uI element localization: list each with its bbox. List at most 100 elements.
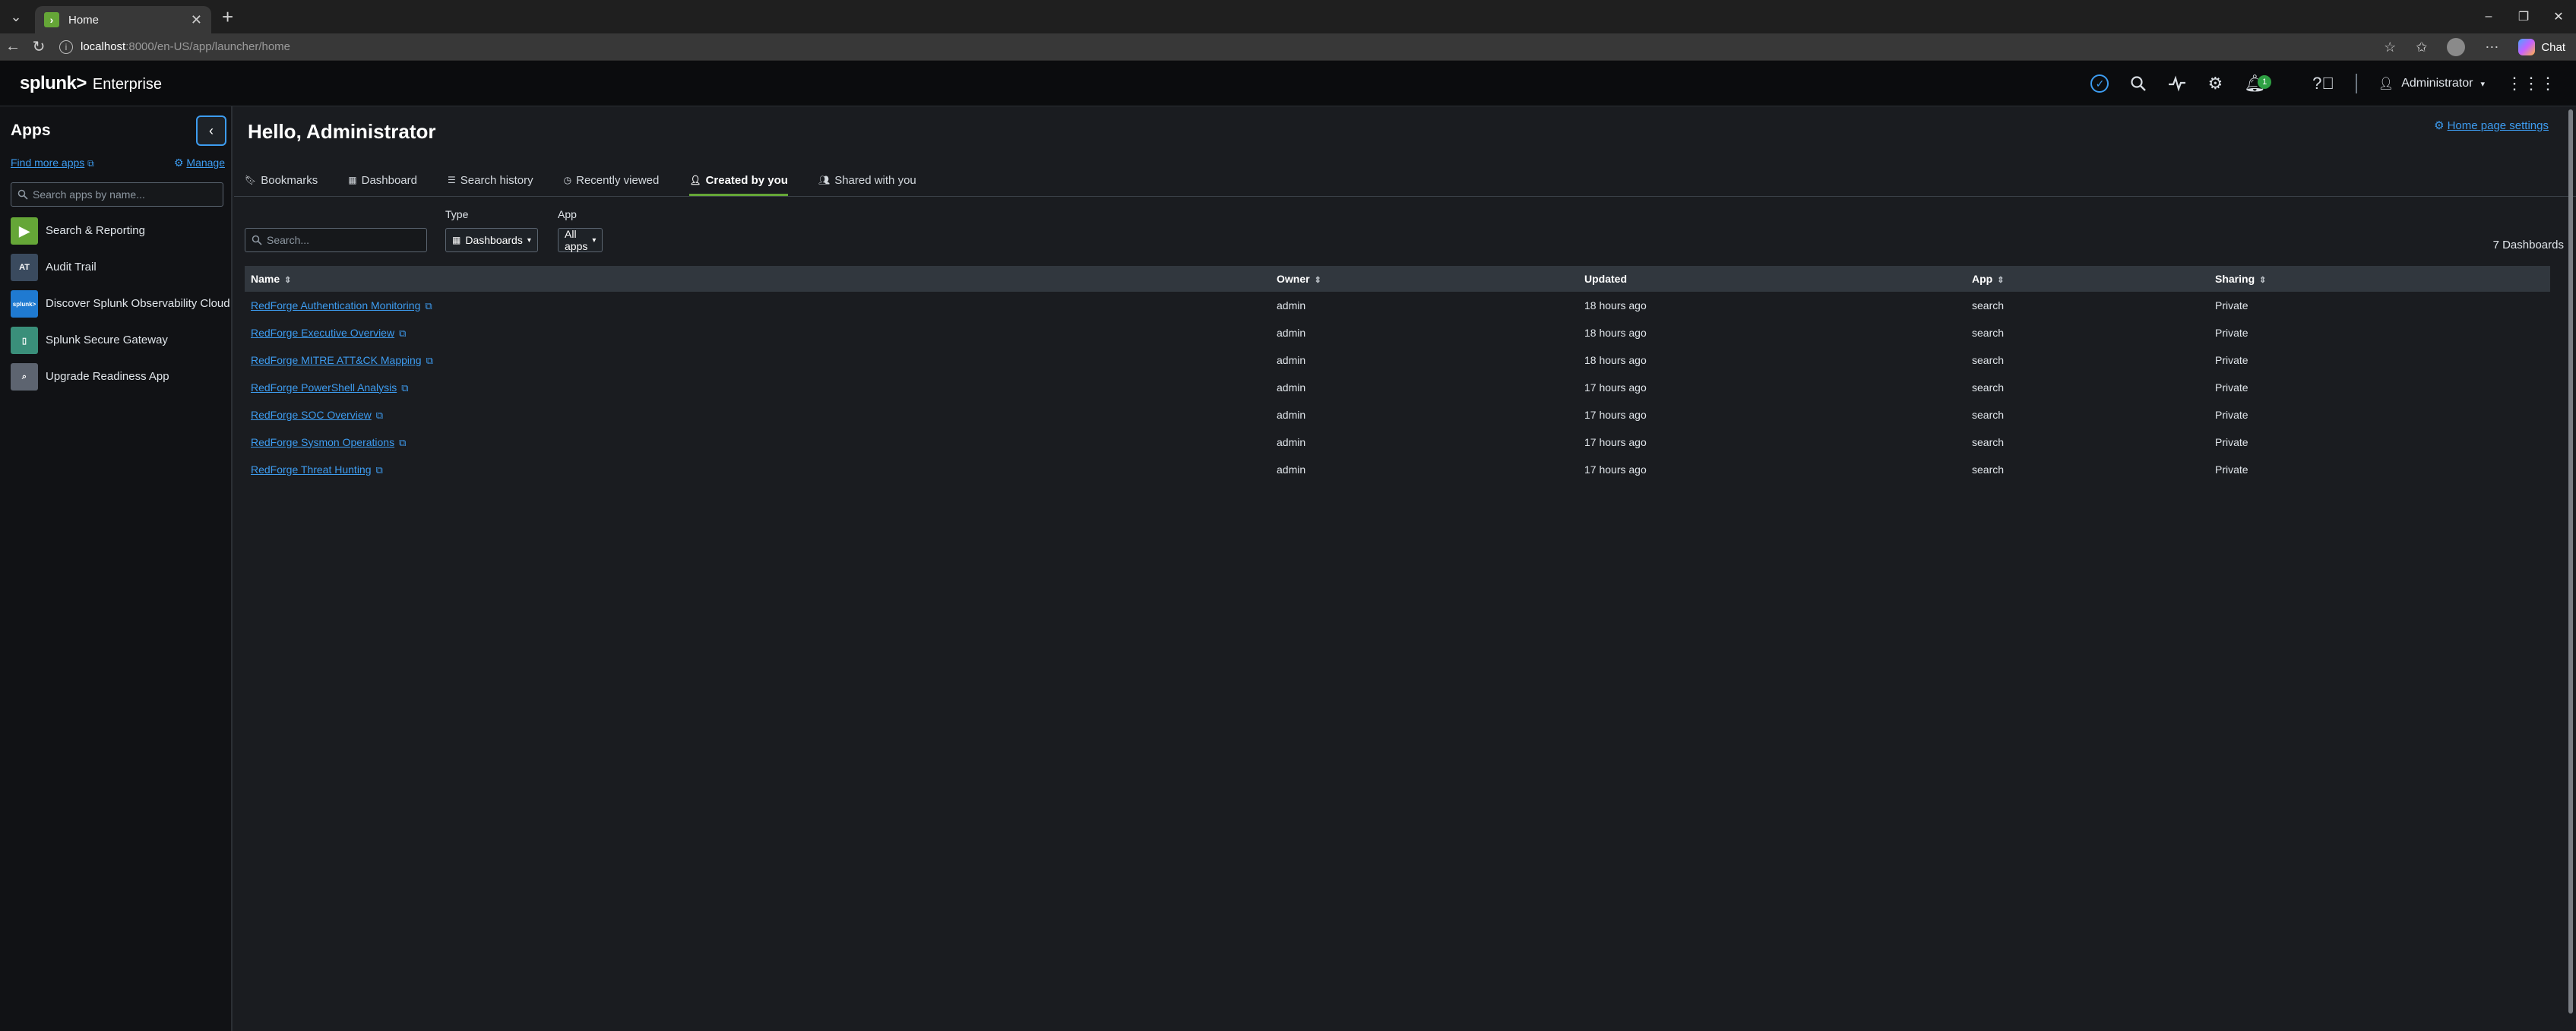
activity-icon[interactable] — [2168, 75, 2186, 92]
search-icon[interactable] — [2130, 75, 2147, 92]
sidebar-app-item[interactable]: ▯ Splunk Secure Gateway — [11, 327, 231, 354]
updated-cell: 18 hours ago — [1584, 327, 1647, 339]
minimize-button[interactable]: – — [2471, 0, 2506, 33]
restore-button[interactable]: ❐ — [2506, 0, 2541, 33]
home-page-settings-link[interactable]: ⚙ Home page settings — [2434, 119, 2549, 133]
dashboard-search-box — [245, 228, 427, 252]
external-link-icon[interactable]: ⧉ — [425, 300, 432, 312]
url-field[interactable]: i localhost:8000/en-US/app/launcher/home — [59, 40, 290, 54]
favorites-icon[interactable]: ✩ — [2416, 40, 2427, 55]
copilot-chat-button[interactable]: Chat — [2518, 39, 2565, 55]
table-row: RedForge Sysmon Operations ⧉ admin 17 hours… — [245, 429, 2550, 456]
collapse-sidebar-button[interactable]: ‹ — [196, 115, 226, 146]
help-icon[interactable]: ?⃝ — [2312, 74, 2334, 93]
dashboard-link[interactable]: RedForge SOC Overview — [251, 409, 372, 421]
external-link-icon[interactable]: ⧉ — [399, 437, 406, 448]
sort-icon[interactable]: ⇕ — [1997, 276, 2004, 285]
sharing-cell: Private — [2215, 381, 2248, 394]
splunk-logo[interactable]: splunk> Enterprise — [20, 73, 162, 94]
tab-created-by-you[interactable]: 👤︎ Created by you — [689, 164, 788, 196]
app-value: All apps — [565, 228, 588, 252]
table-row: RedForge PowerShell Analysis ⧉ admin 17 hou… — [245, 374, 2550, 401]
external-link-icon[interactable]: ⧉ — [376, 464, 383, 476]
find-more-apps-link[interactable]: Find more apps ⧉ — [11, 157, 94, 169]
external-link-icon[interactable]: ⧉ — [401, 382, 408, 394]
tab-shared-with-you[interactable]: 👥︎ Shared with you — [818, 164, 916, 196]
tab-recently-viewed[interactable]: ◷ Recently viewed — [564, 164, 660, 196]
caret-down-icon: ▾ — [527, 236, 531, 245]
back-button[interactable]: ← — [0, 38, 26, 55]
close-window-button[interactable]: ✕ — [2541, 0, 2576, 33]
settings-gear-icon[interactable]: ⚙ — [2207, 74, 2223, 93]
table-header: Name ⇕ Owner ⇕ Updated App ⇕ Sharing ⇕ — [245, 266, 2550, 292]
tab-search-history[interactable]: ☰ Search history — [448, 164, 533, 196]
updated-cell: 18 hours ago — [1584, 299, 1647, 312]
type-dropdown[interactable]: ▦ Dashboards ▾ — [445, 228, 538, 252]
apps-title: Apps — [11, 122, 51, 139]
app-label: Audit Trail — [46, 261, 97, 274]
sort-icon[interactable]: ⇕ — [1315, 276, 1321, 285]
sidebar-app-item[interactable]: splunk> Discover Splunk Observability Clo… — [11, 290, 231, 318]
sidebar-app-item[interactable]: ▶ Search & Reporting — [11, 217, 231, 245]
app-cell: search — [1972, 299, 2005, 312]
profile-avatar[interactable] — [2447, 38, 2466, 56]
dashboard-search-input[interactable] — [267, 234, 419, 246]
sort-icon[interactable]: ⇕ — [284, 276, 291, 285]
dashboards-table: Name ⇕ Owner ⇕ Updated App ⇕ Sharing ⇕ RedForge … — [245, 266, 2550, 483]
external-link-icon[interactable]: ⧉ — [426, 355, 433, 366]
tab-label: Recently viewed — [576, 173, 660, 187]
browser-tab-home[interactable]: › Home ✕ — [35, 6, 211, 33]
external-link-icon[interactable]: ⧉ — [376, 410, 383, 421]
sidebar-app-item[interactable]: ⌕ Upgrade Readiness App — [11, 363, 231, 391]
history-icon: ☰ — [448, 175, 456, 185]
owner-cell: admin — [1277, 327, 1306, 339]
dashboard-link[interactable]: RedForge PowerShell Analysis — [251, 381, 397, 394]
external-link-icon[interactable]: ⧉ — [399, 327, 406, 339]
url-host: localhost — [81, 40, 126, 53]
column-header-owner[interactable]: Owner ⇕ — [1271, 273, 1578, 285]
tab-dashboard[interactable]: ▦ Dashboard — [348, 164, 417, 196]
dashboard-link[interactable]: RedForge MITRE ATT&CK Mapping — [251, 354, 422, 366]
caret-down-icon: ▾ — [592, 236, 597, 245]
notifications-bell-icon[interactable]: 🔔︎ 1 — [2244, 74, 2272, 93]
app-label: Discover Splunk Observability Cloud — [46, 297, 230, 310]
app-grid-icon[interactable]: ⋮⋮⋮ — [2506, 74, 2556, 93]
app-cell: search — [1972, 354, 2005, 366]
app-list: ▶ Search & Reporting AT Audit Trail splunk> D… — [11, 217, 231, 400]
search-icon — [252, 235, 262, 245]
reload-button[interactable]: ↻ — [26, 37, 52, 56]
column-header-name[interactable]: Name ⇕ — [245, 273, 1271, 285]
new-tab-button[interactable]: + — [222, 5, 233, 29]
apps-sidebar: Apps ‹ Find more apps ⧉ ⚙ Manage ▶ Search… — [0, 106, 233, 1031]
user-menu[interactable]: 👤︎ Administrator ▾ — [2378, 76, 2485, 91]
column-header-sharing[interactable]: Sharing ⇕ — [2209, 273, 2550, 285]
dashboard-link[interactable]: RedForge Authentication Monitoring — [251, 299, 420, 312]
app-icon: splunk> — [11, 290, 38, 318]
scrollbar-thumb[interactable] — [2568, 109, 2573, 1014]
dashboard-link[interactable]: RedForge Sysmon Operations — [251, 436, 394, 448]
close-tab-icon[interactable]: ✕ — [191, 12, 202, 28]
app-search-input[interactable] — [33, 188, 215, 201]
more-menu-icon[interactable]: ⋯ — [2485, 40, 2498, 55]
manage-apps-link[interactable]: ⚙ Manage — [174, 157, 225, 169]
owner-cell: admin — [1277, 409, 1306, 421]
tab-bookmarks[interactable]: 🔖︎ Bookmarks — [245, 164, 318, 196]
table-row: RedForge Executive Overview ⧉ admin 18 hour… — [245, 319, 2550, 346]
header-actions: ✓ ⚙ 🔔︎ 1 ?⃝ 👤︎ Administrator ▾ ⋮⋮⋮ — [2090, 61, 2556, 106]
bookmark-star-icon[interactable]: ☆ — [2384, 40, 2396, 55]
dashboard-link[interactable]: RedForge Executive Overview — [251, 327, 394, 339]
sort-icon[interactable]: ⇕ — [2259, 276, 2266, 285]
dashboard-link[interactable]: RedForge Threat Hunting — [251, 463, 372, 476]
sidebar-links: Find more apps ⧉ ⚙ Manage — [11, 157, 225, 169]
tab-list-menu-button[interactable]: ⌄ — [5, 5, 27, 28]
site-info-icon[interactable]: i — [59, 40, 73, 54]
page-scrollbar[interactable] — [2567, 106, 2574, 1026]
column-label: Updated — [1584, 273, 1627, 285]
main-content: Hello, Administrator ⚙ Home page setting… — [234, 106, 2576, 1031]
chevron-left-icon: ‹ — [209, 122, 214, 138]
app-dropdown[interactable]: All apps ▾ — [558, 228, 603, 252]
result-count: 7 Dashboards — [2492, 239, 2564, 251]
column-header-app[interactable]: App ⇕ — [1966, 273, 2209, 285]
sidebar-app-item[interactable]: AT Audit Trail — [11, 254, 231, 281]
health-status-icon[interactable]: ✓ — [2090, 74, 2109, 93]
